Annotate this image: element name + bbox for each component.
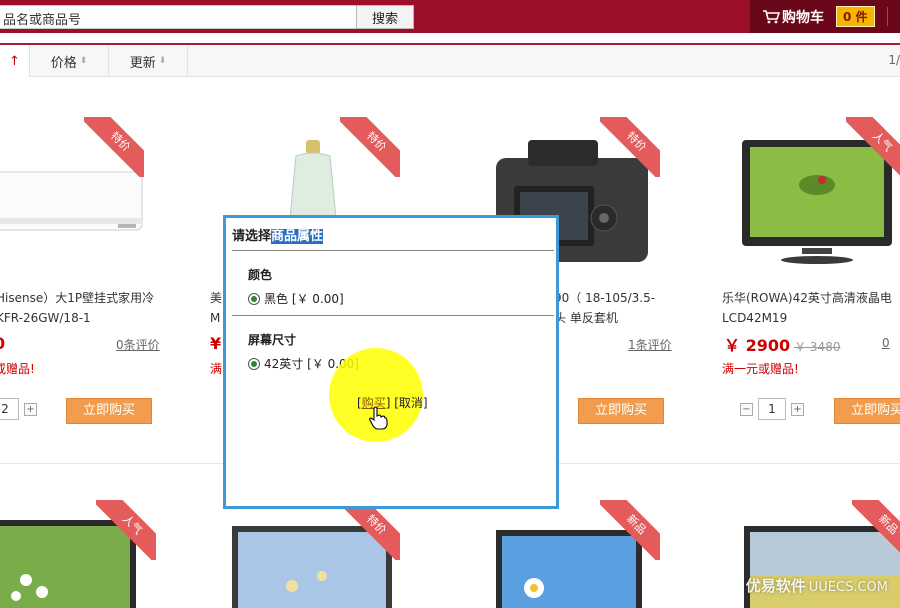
badge-label: 特价 bbox=[340, 117, 400, 177]
search-input[interactable]: 品名或商品号 bbox=[0, 5, 358, 29]
product-reviews-link[interactable]: 0 bbox=[882, 336, 890, 350]
dialog-title-selected: 商品属性 bbox=[271, 229, 324, 244]
product-model[interactable]: KFR-26GW/18-1 bbox=[0, 308, 91, 328]
product-model[interactable]: 头 单反套机 bbox=[554, 308, 618, 328]
bracket: ] bbox=[422, 396, 428, 410]
badge-label: 特价 bbox=[600, 117, 660, 177]
radio-selected-icon[interactable] bbox=[248, 357, 260, 370]
watermark: 优易软件 UUECS.COM bbox=[746, 575, 888, 596]
badge-ribbon: 新品 bbox=[600, 500, 660, 560]
dialog-title-prefix: 请选择 bbox=[232, 229, 272, 244]
product-card: 新品 bbox=[492, 500, 732, 608]
product-name[interactable]: 90（ 18-105/3.5- bbox=[554, 288, 655, 308]
cancel-link[interactable]: 取消 bbox=[399, 396, 423, 410]
divider bbox=[232, 315, 554, 316]
sort-price-label: 价格 bbox=[50, 55, 77, 71]
attr-color-title: 颜色 bbox=[248, 268, 273, 282]
sort-update[interactable]: 更新 ⬇ bbox=[109, 45, 188, 77]
sort-arrow-icon: ↑ bbox=[9, 53, 20, 69]
badge-ribbon: 特价 bbox=[84, 117, 144, 177]
cart-button[interactable]: 购物车 0 件 bbox=[750, 0, 900, 33]
product-card: 特价 bbox=[228, 500, 468, 608]
badge-label: 人气 bbox=[96, 500, 156, 560]
badge-ribbon: 人气 bbox=[846, 117, 900, 177]
search-button[interactable]: 搜索 bbox=[356, 5, 414, 29]
buy-now-button[interactable]: 立即购买 bbox=[578, 398, 664, 424]
current-price: ￥ 2900 bbox=[724, 336, 791, 355]
product-price: 0 bbox=[0, 334, 5, 353]
attribute-dialog: 请选择商品属性 颜色 黑色 [￥ 0.00] 屏幕尺寸 42英寸 [￥ 0.00… bbox=[223, 215, 559, 509]
cart-label: 购物车 bbox=[782, 9, 824, 26]
sort-default[interactable]: ↑ bbox=[0, 45, 30, 77]
attr-screen-size-title: 屏幕尺寸 bbox=[248, 333, 297, 347]
sort-toggle-icon: ⬍ bbox=[79, 56, 88, 66]
watermark-site: UUECS.COM bbox=[808, 580, 888, 595]
radio-selected-icon[interactable] bbox=[248, 292, 260, 305]
quantity-stepper: 2 + bbox=[0, 398, 37, 420]
badge-label: 新品 bbox=[600, 500, 660, 560]
plus-button[interactable]: + bbox=[24, 402, 37, 416]
quantity-input[interactable]: 2 bbox=[0, 398, 19, 420]
sort-down-icon: ⬇ bbox=[158, 56, 167, 66]
page-indicator: 1/ bbox=[888, 53, 900, 67]
product-name[interactable]: 乐华(ROWA)42英寸高清液晶电 bbox=[722, 288, 892, 308]
product-reviews-link[interactable]: 0条评价 bbox=[116, 336, 160, 353]
product-price: ￥ 2900 ￥ 3480 bbox=[724, 332, 840, 356]
badge-label: 特价 bbox=[340, 500, 400, 560]
quantity-input[interactable]: 1 bbox=[758, 398, 786, 420]
divider bbox=[887, 7, 888, 26]
product-promo: 满 bbox=[210, 362, 223, 376]
color-option[interactable]: 黑色 [￥ 0.00] bbox=[248, 290, 344, 307]
badge-label: 新品 bbox=[852, 500, 900, 560]
watermark-brand: 优易软件 bbox=[745, 577, 806, 595]
sort-bar: ↑ 价格 ⬍ 更新 ⬇ 1/ bbox=[0, 45, 900, 77]
badge-ribbon: 人气 bbox=[96, 500, 156, 560]
dialog-title: 请选择商品属性 bbox=[232, 225, 324, 244]
top-bar: 品名或商品号 搜索 购物车 0 件 bbox=[0, 0, 900, 33]
product-promo: 或赠品! bbox=[0, 362, 35, 376]
badge-ribbon: 新品 bbox=[852, 500, 900, 560]
product-card: 人气 bbox=[0, 500, 226, 608]
badge-ribbon: 特价 bbox=[600, 117, 660, 177]
page: 品名或商品号 搜索 购物车 0 件 ↑ 价格 ⬍ 更新 ⬇ 1/ 特价 Hise… bbox=[0, 0, 900, 608]
product-card: 人气 乐华(ROWA)42英寸高清液晶电 LCD42M19 ￥ 2900 ￥ 34… bbox=[722, 100, 900, 440]
cart-icon bbox=[763, 9, 780, 23]
sort-update-label: 更新 bbox=[129, 55, 156, 71]
product-model[interactable]: M bbox=[210, 308, 220, 328]
product-promo: 满一元或赠品! bbox=[722, 362, 799, 376]
product-reviews-link[interactable]: 1条评价 bbox=[628, 336, 672, 353]
color-option-label: 黑色 [￥ 0.00] bbox=[264, 292, 344, 306]
buy-now-button[interactable]: 立即购买 bbox=[66, 398, 152, 424]
sort-price[interactable]: 价格 ⬍ bbox=[30, 45, 109, 77]
hand-cursor-icon bbox=[369, 406, 388, 430]
plus-button[interactable]: + bbox=[791, 402, 804, 416]
quantity-stepper: − 1 + bbox=[740, 398, 804, 420]
badge-ribbon: 特价 bbox=[340, 500, 400, 560]
product-name[interactable]: Hisense）大1P壁挂式家用冷 bbox=[0, 288, 154, 308]
original-price: ￥ 3480 bbox=[794, 340, 841, 354]
product-model[interactable]: LCD42M19 bbox=[722, 308, 787, 328]
cart-count-badge: 0 件 bbox=[836, 6, 875, 27]
minus-button[interactable]: − bbox=[740, 402, 753, 416]
product-price: ¥ bbox=[210, 334, 222, 353]
badge-label: 人气 bbox=[846, 117, 900, 177]
product-name[interactable]: 美 bbox=[210, 288, 222, 308]
product-card: 特价 Hisense）大1P壁挂式家用冷 KFR-26GW/18-1 0 0条评… bbox=[0, 100, 220, 440]
badge-label: 特价 bbox=[84, 117, 144, 177]
divider bbox=[232, 250, 554, 251]
buy-now-button[interactable]: 立即购买 bbox=[834, 398, 900, 424]
badge-ribbon: 特价 bbox=[340, 117, 400, 177]
